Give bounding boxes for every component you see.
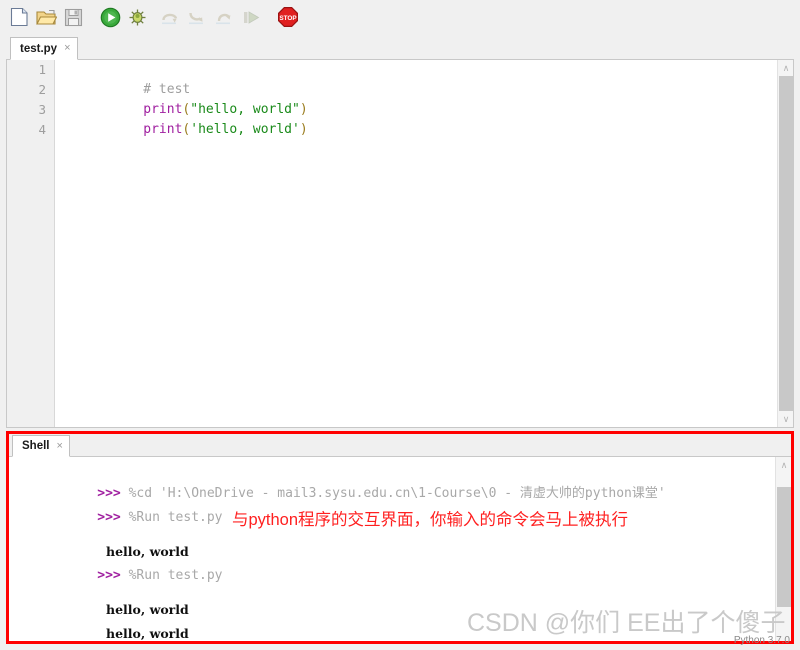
code-token: ) <box>299 122 308 137</box>
code-token: 'hello, world' <box>190 122 300 137</box>
thonny-ide-window: STOP test.py × 1 2 3 4 # test print("hel… <box>0 0 800 650</box>
debug-button[interactable] <box>124 4 150 30</box>
svg-text:STOP: STOP <box>279 15 297 22</box>
line-number-gutter: 1 2 3 4 <box>7 60 55 427</box>
line-number: 4 <box>38 122 46 137</box>
close-icon[interactable]: × <box>64 43 70 54</box>
code-token: print <box>143 122 183 137</box>
editor-tabbar: test.py × <box>6 36 794 60</box>
shell-tab[interactable]: Shell × <box>12 435 70 457</box>
shell-tab-label: Shell <box>22 440 50 452</box>
step-into-icon <box>188 12 203 24</box>
scroll-up-icon[interactable]: ∧ <box>776 457 791 473</box>
run-icon <box>100 7 120 27</box>
shell-command: %Run test.py <box>120 510 223 525</box>
code-editor[interactable]: 1 2 3 4 # test print("hello, world") pri… <box>6 60 794 428</box>
step-out-icon <box>215 13 230 24</box>
close-icon[interactable]: × <box>56 440 62 452</box>
editor-tab-label: test.py <box>20 42 58 55</box>
line-number: 1 <box>38 62 46 77</box>
debug-icon <box>129 9 145 25</box>
shell-command: %cd 'H:\OneDrive - mail3.sysu.edu.cn\1-C… <box>120 486 666 501</box>
shell-output-text: hello, world <box>97 626 189 641</box>
editor-vertical-scrollbar[interactable]: ∧ ∨ <box>777 60 793 427</box>
stop-icon: STOP <box>278 7 298 27</box>
shell-command: %Run test.py <box>120 568 223 583</box>
shell-tabbar: Shell × <box>9 434 791 457</box>
line-number: 3 <box>38 102 46 117</box>
annotation-text: 与python程序的交互界面，你输入的命令会马上被执行 <box>232 511 629 529</box>
scroll-up-icon[interactable]: ∧ <box>778 60 793 76</box>
code-token: # test <box>143 82 191 97</box>
scroll-down-icon[interactable]: ∨ <box>778 411 793 427</box>
code-content[interactable]: # test print("hello, world") print('hell… <box>65 60 775 140</box>
editor-panel: test.py × 1 2 3 4 # test print("hello, w… <box>6 36 794 428</box>
stop-button[interactable]: STOP <box>275 4 301 30</box>
code-token: print <box>143 102 183 117</box>
save-file-icon <box>64 8 82 26</box>
step-over-icon <box>161 13 177 24</box>
step-out-button[interactable] <box>211 4 237 30</box>
step-into-button[interactable] <box>184 4 210 30</box>
resume-icon <box>243 10 259 24</box>
code-token: ) <box>299 102 308 117</box>
python-version-status: Python 3.7.0 <box>733 635 790 646</box>
resume-button[interactable] <box>238 4 264 30</box>
line-number: 2 <box>38 82 46 97</box>
new-file-icon <box>10 7 28 27</box>
shell-output-text: hello, world <box>97 544 189 559</box>
shell-prompt: >>> <box>97 568 121 583</box>
editor-tab-test-py[interactable]: test.py × <box>10 37 78 60</box>
csdn-watermark: CSDN @你们 EE出了个傻子 <box>467 609 786 637</box>
scrollbar-thumb[interactable] <box>779 76 793 411</box>
step-over-button[interactable] <box>157 4 183 30</box>
run-button[interactable] <box>97 4 123 30</box>
main-toolbar: STOP <box>0 0 800 34</box>
code-line: # test <box>65 60 775 97</box>
open-file-icon <box>35 9 57 25</box>
scrollbar-thumb[interactable] <box>777 487 791 607</box>
shell-line: >>> %cd 'H:\OneDrive - mail3.sysu.edu.cn… <box>19 458 773 501</box>
new-file-button[interactable] <box>6 4 32 30</box>
shell-output-text: hello, world <box>97 602 189 617</box>
open-file-button[interactable] <box>33 4 59 30</box>
code-token: "hello, world" <box>190 102 300 117</box>
shell-prompt: >>> <box>97 486 121 501</box>
shell-prompt: >>> <box>97 510 121 525</box>
save-file-button[interactable] <box>60 4 86 30</box>
